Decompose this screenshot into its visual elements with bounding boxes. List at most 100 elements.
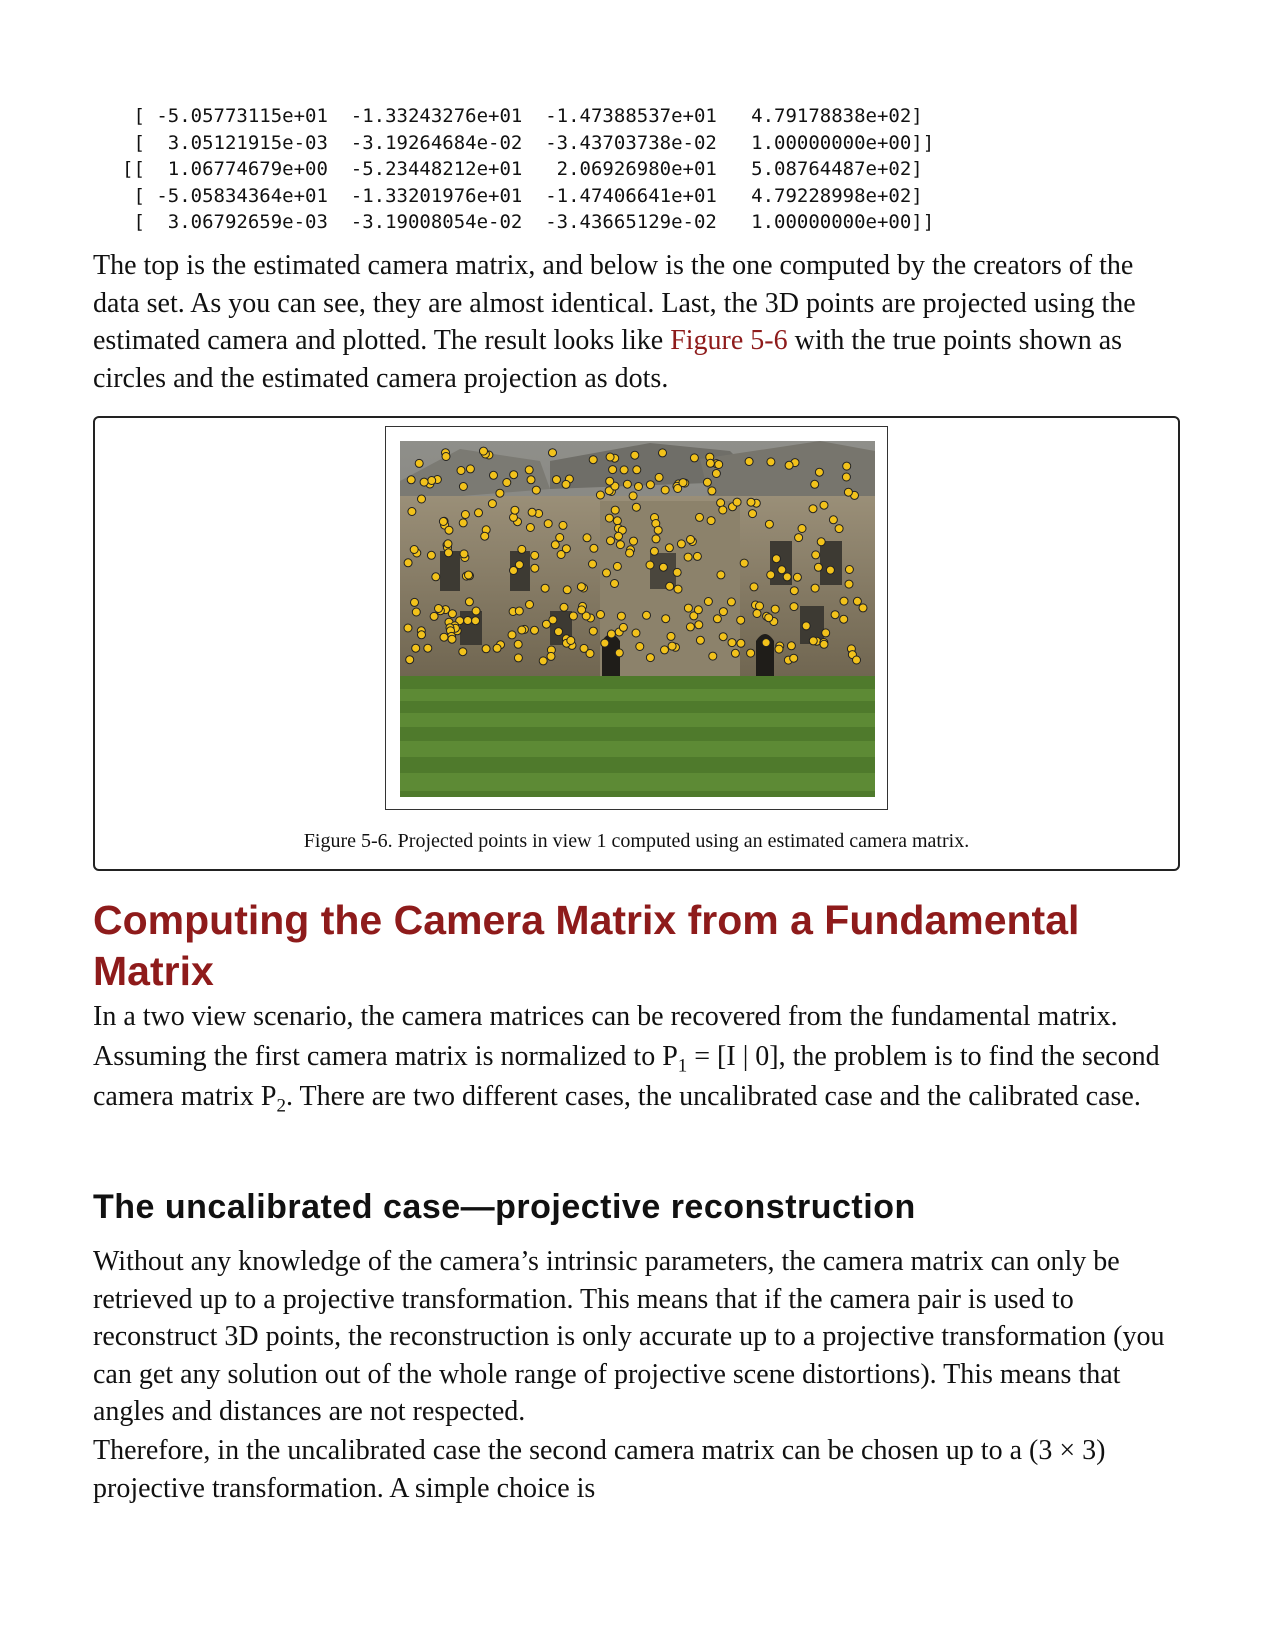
projected-point-marker [431,572,441,582]
projected-point-marker [645,653,655,663]
projected-point-marker [630,450,640,460]
projected-point-marker [525,523,535,532]
projected-point-marker [686,535,695,544]
projected-point-marker [465,464,475,474]
projected-point-marker [596,610,605,619]
projected-point-marker [789,586,799,596]
projected-point-marker [530,563,540,573]
projected-point-marker [718,607,728,617]
projected-point-marker [766,457,776,467]
projected-point-marker [667,641,677,651]
projected-point-marker [439,632,449,642]
projected-point-marker [552,475,561,485]
projected-point-marker [746,497,756,507]
projected-point-marker [423,643,433,653]
projected-point-marker [782,572,792,582]
projected-point-marker [588,559,597,569]
matrix-row: [[ 1.06774679e+00 -5.23448212e+01 2.0692… [122,158,923,180]
projected-point-marker [556,550,566,559]
projected-point-marker [689,453,699,463]
figure-link[interactable]: Figure 5-6 [670,325,787,356]
projected-point-marker [819,639,829,649]
projected-point-marker [514,606,524,616]
projected-point-marker [774,644,784,654]
projected-point-marker [695,512,704,522]
projected-point-marker [625,548,635,558]
projected-point-marker [761,638,771,648]
projected-point-marker [417,630,426,640]
projected-point-marker [819,500,829,510]
projected-point-marker [543,519,553,529]
projected-point-marker [510,505,520,515]
projected-point-marker [843,487,853,497]
projected-point-marker [546,651,556,661]
projected-point-marker [458,518,468,528]
paragraph-estimated-camera: The top is the estimated camera matrix, … [93,247,1183,397]
projected-point-marker [828,515,838,525]
section-heading: Computing the Camera Matrix from a Funda… [93,897,1080,994]
subscript: 2 [276,1095,286,1117]
projected-point-marker [844,579,854,589]
projected-point-marker [517,625,527,635]
projected-point-marker [403,558,413,568]
projected-point-marker [839,614,849,624]
projected-point-marker [716,570,726,580]
projected-point-marker [530,625,539,635]
paragraph-two-view: In a two view scenario, the camera matri… [93,997,1183,1117]
projected-point-marker [471,606,481,616]
projected-point-marker [642,610,651,620]
projected-point-marker [702,477,712,487]
projected-point-marker [814,467,824,477]
projected-point-marker [794,533,804,543]
projected-point-marker [405,655,415,665]
projected-point-marker [766,570,776,580]
projected-point-marker [463,616,473,625]
projected-point-marker [582,533,592,543]
subscript: 1 [677,1055,688,1077]
projected-point-marker [660,645,669,655]
projected-point-marker [606,629,616,639]
projected-point-marker [531,485,541,495]
projected-point-marker [525,600,534,609]
projected-point-marker [842,461,852,471]
projected-point-marker [748,509,757,519]
figure-image [385,426,888,810]
projected-point-marker [654,472,664,482]
projected-point-marker [784,460,794,470]
projected-point-marker [810,583,820,593]
projected-point-marker [718,505,728,515]
projected-point-marker [777,565,787,575]
projected-point-marker [813,562,823,572]
projected-point-marker [666,631,676,641]
projected-point-marker [481,644,491,654]
projected-point-marker [407,507,417,516]
projected-point-marker [852,655,861,665]
projected-point-marker [712,614,722,624]
projected-point-marker [526,475,536,485]
projected-point-marker [825,565,835,575]
projected-point-marker [517,544,527,554]
projected-point-marker [665,581,675,591]
projected-point-marker [736,615,746,625]
projected-point-marker [752,609,762,618]
matrix-row: [ -5.05773115e+01 -1.33243276e+01 -1.473… [122,105,923,127]
projected-point-marker [403,623,413,633]
projected-point-marker [464,570,473,580]
projected-point-marker [524,465,534,475]
projected-point-marker [538,656,548,666]
projected-point-marker [443,539,453,549]
projected-point-marker [664,543,674,553]
projected-point-marker [487,499,497,509]
projected-point-marker [614,531,623,541]
projected-point-marker [610,579,619,588]
projected-point-marker [714,460,724,469]
projected-point-marker [614,648,624,658]
code-matrix-output: [ -5.05773115e+01 -1.33243276e+01 -1.473… [122,103,934,236]
projected-point-marker [514,560,524,570]
projected-point-marker [634,482,643,491]
projected-point-marker [458,482,468,491]
projected-point-marker [635,642,645,651]
projected-point-marker [605,476,615,486]
projected-point-marker [764,613,774,623]
projected-point-marker [610,505,620,515]
